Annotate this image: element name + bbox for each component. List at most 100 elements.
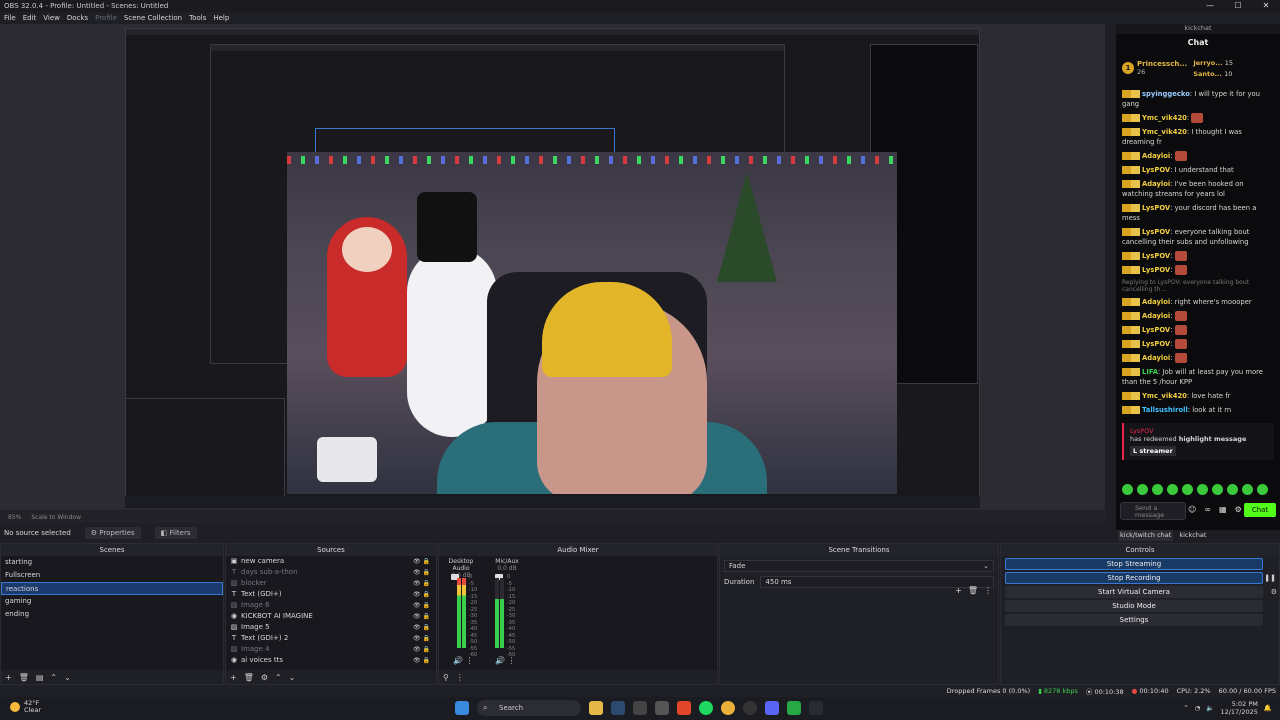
- arrow-up-icon[interactable]: ⌃: [275, 673, 282, 682]
- chat-username[interactable]: Adayloi: [1142, 298, 1170, 306]
- add-transition-icon[interactable]: +: [955, 586, 962, 595]
- menu-file[interactable]: File: [4, 14, 16, 22]
- source-item[interactable]: ▨ Image 5 👁 🔒: [226, 622, 436, 633]
- scene-item[interactable]: Fullscreen: [1, 569, 223, 582]
- speaker-icon[interactable]: 🔊 ⋮: [495, 656, 516, 665]
- emote-icon[interactable]: [1122, 484, 1133, 495]
- zoom-level[interactable]: 85%: [8, 514, 21, 521]
- weather-widget[interactable]: 42°F Clear: [10, 700, 41, 714]
- chat-username[interactable]: LysPOV: [1142, 340, 1170, 348]
- chat-username[interactable]: Adayloi: [1142, 354, 1170, 362]
- chat-username[interactable]: Tallsushiroll: [1142, 406, 1188, 414]
- send-chat-button[interactable]: Chat: [1244, 503, 1276, 517]
- scene-item[interactable]: reactions: [1, 582, 223, 595]
- stop-streaming-button[interactable]: Stop Streaming: [1005, 558, 1263, 570]
- source-item[interactable]: ◉ ai voices tts 👁 🔒: [226, 655, 436, 666]
- minimize-button[interactable]: —: [1196, 0, 1224, 12]
- studio-mode-button[interactable]: Studio Mode: [1005, 600, 1263, 612]
- visibility-lock-icons[interactable]: 👁 🔒: [413, 611, 430, 622]
- filter-icon[interactable]: ▤: [36, 673, 44, 682]
- menu-view[interactable]: View: [43, 14, 60, 22]
- source-item[interactable]: ▨ blocker 👁 🔒: [226, 578, 436, 589]
- chat-username[interactable]: LysPOV: [1142, 204, 1170, 212]
- emote-icon[interactable]: [1257, 484, 1268, 495]
- emote-icon[interactable]: [1197, 484, 1208, 495]
- wifi-icon[interactable]: ◔: [1195, 704, 1201, 712]
- stop-recording-button[interactable]: Stop Recording ❚❚: [1005, 572, 1276, 584]
- file-explorer-icon[interactable]: [589, 701, 603, 715]
- obs-icon[interactable]: [743, 701, 757, 715]
- visibility-lock-icons[interactable]: 👁 🔒: [413, 567, 430, 578]
- settings-button[interactable]: Settings: [1005, 614, 1263, 626]
- program-canvas[interactable]: [125, 28, 980, 508]
- scene-item[interactable]: ending: [1, 608, 223, 621]
- settings-icon[interactable]: [655, 701, 669, 715]
- preview-area[interactable]: [0, 24, 1105, 510]
- chat-username[interactable]: Adayloi: [1142, 312, 1170, 320]
- terminal-icon[interactable]: [809, 701, 823, 715]
- brave-icon[interactable]: [677, 701, 691, 715]
- chevron-up-icon[interactable]: ⌃: [1183, 704, 1188, 712]
- source-item[interactable]: Tdays sub-a-thon 👁 🔒: [226, 567, 436, 578]
- emote-icon[interactable]: [1167, 484, 1178, 495]
- visibility-lock-icons[interactable]: 👁 🔒: [413, 589, 430, 600]
- chat-username[interactable]: Adayloi: [1142, 180, 1170, 188]
- emote-bar[interactable]: [1122, 484, 1268, 495]
- source-item[interactable]: T Text (GDI+) 👁 🔒: [226, 589, 436, 600]
- gear-icon[interactable]: ⚙: [1235, 505, 1242, 514]
- filters-button[interactable]: ◧ Filters: [154, 527, 197, 539]
- add-source-icon[interactable]: +: [230, 673, 237, 682]
- xbox-icon[interactable]: [787, 701, 801, 715]
- source-item[interactable]: ▨ Image 6 👁 🔒: [226, 600, 436, 611]
- start-virtual-camera-button[interactable]: Start Virtual Camera ⚙: [1005, 586, 1277, 598]
- chat-username[interactable]: Adayloi: [1142, 152, 1170, 160]
- source-item[interactable]: ▣ new camera 👁 🔒: [226, 556, 436, 567]
- clock-date[interactable]: 12/17/2025: [1220, 708, 1257, 716]
- menu-scene-collection[interactable]: Scene Collection: [124, 14, 182, 22]
- app-icon[interactable]: [633, 701, 647, 715]
- more-icon[interactable]: ⋮: [456, 673, 464, 682]
- emote-icon[interactable]: [1212, 484, 1223, 495]
- emote-icon[interactable]: [1182, 484, 1193, 495]
- volume-icon[interactable]: 🔈: [1206, 704, 1214, 712]
- windows-start-icon[interactable]: [455, 701, 469, 715]
- menu-help[interactable]: Help: [213, 14, 229, 22]
- steam-icon[interactable]: [611, 701, 625, 715]
- add-scene-icon[interactable]: +: [5, 673, 12, 682]
- menu-profile[interactable]: Profile: [95, 14, 117, 22]
- transition-select[interactable]: Fade ⌄: [724, 560, 994, 572]
- trash-icon[interactable]: 🗑: [968, 586, 978, 595]
- visibility-lock-icons[interactable]: 👁 🔒: [413, 578, 430, 589]
- close-button[interactable]: ✕: [1252, 0, 1280, 12]
- menu-edit[interactable]: Edit: [23, 14, 37, 22]
- chat-username[interactable]: LysPOV: [1142, 228, 1170, 236]
- more-icon[interactable]: ⋮: [984, 586, 992, 595]
- emote-icon[interactable]: [1242, 484, 1253, 495]
- link-icon[interactable]: ⚲: [443, 673, 449, 682]
- spotify-icon[interactable]: [699, 701, 713, 715]
- discord-icon[interactable]: [765, 701, 779, 715]
- visibility-lock-icons[interactable]: 👁 🔒: [413, 622, 430, 633]
- infinity-icon[interactable]: ∞: [1204, 505, 1211, 514]
- scene-item[interactable]: gaming: [1, 595, 223, 608]
- chat-username[interactable]: LysPOV: [1142, 166, 1170, 174]
- maximize-button[interactable]: ☐: [1224, 0, 1252, 12]
- chat-username[interactable]: LysPOV: [1142, 252, 1170, 260]
- emoji-icon[interactable]: ☺: [1188, 505, 1196, 514]
- chat-input[interactable]: Send a message: [1120, 502, 1186, 520]
- calendar-icon[interactable]: ▦: [1219, 505, 1227, 514]
- chrome-icon[interactable]: [721, 701, 735, 715]
- properties-button[interactable]: ⚙ Properties: [84, 527, 141, 539]
- visibility-lock-icons[interactable]: 👁 🔒: [413, 644, 430, 655]
- chat-username[interactable]: LysPOV: [1142, 266, 1170, 274]
- visibility-lock-icons[interactable]: 👁 🔒: [413, 600, 430, 611]
- visibility-lock-icons[interactable]: 👁 🔒: [413, 633, 430, 644]
- scene-item[interactable]: starting: [1, 556, 223, 569]
- clock-time[interactable]: 5:02 PM: [1220, 700, 1258, 708]
- tab-kick-twitch-chat[interactable]: kick/twitch chat: [1118, 530, 1174, 541]
- taskbar-search[interactable]: ⌕ Search: [477, 700, 581, 716]
- menu-docks[interactable]: Docks: [67, 14, 88, 22]
- trash-icon[interactable]: 🗑: [244, 673, 254, 682]
- arrow-down-icon[interactable]: ⌄: [64, 673, 71, 682]
- chat-username[interactable]: spyinggecko: [1142, 90, 1190, 98]
